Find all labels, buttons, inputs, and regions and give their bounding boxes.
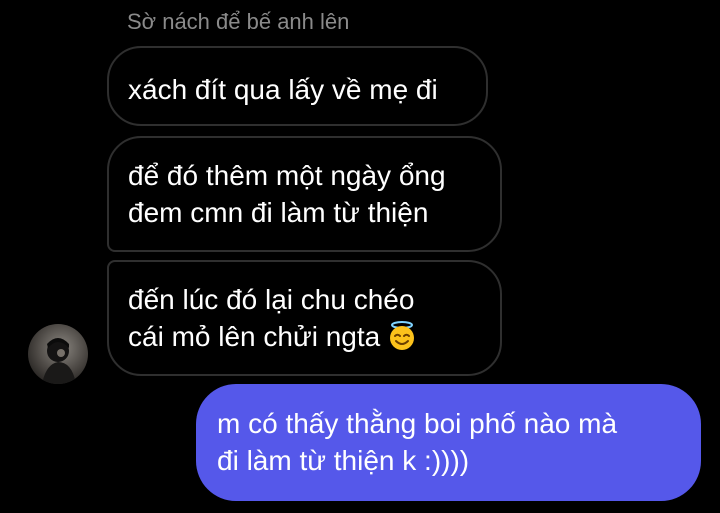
incoming-message-bubble[interactable]: để đó thêm một ngày ổng đem cmn đi làm t… [107,136,502,252]
message-text-line: đem cmn đi làm từ thiện [128,197,429,228]
smiling-face-with-halo-icon [386,320,418,361]
incoming-message-bubble[interactable]: xách đít qua lấy về mẹ đi [107,46,488,126]
message-text: cái mỏ lên chửi ngta [128,321,381,352]
message-text-line: đi làm từ thiện k :)))) [217,445,470,476]
message-text-line: đến lúc đó lại chu chéo [128,284,415,315]
message-text-line: m có thấy thằng boi phố nào mà [217,408,618,439]
incoming-message-bubble[interactable]: đến lúc đó lại chu chéo cái mỏ lên chửi … [107,260,502,376]
message-text-line: xách đít qua lấy về mẹ đi [128,74,438,105]
reply-context-text: Sờ nách để bế anh lên [127,9,350,34]
profile-photo-avatar [28,324,88,384]
message-text-line: để đó thêm một ngày ổng [128,160,446,191]
message-text-line-with-emoji: cái mỏ lên chửi ngta [128,318,500,361]
contact-avatar[interactable] [28,324,88,384]
outgoing-message-bubble[interactable]: m có thấy thằng boi phố nào mà đi làm từ… [196,384,701,501]
